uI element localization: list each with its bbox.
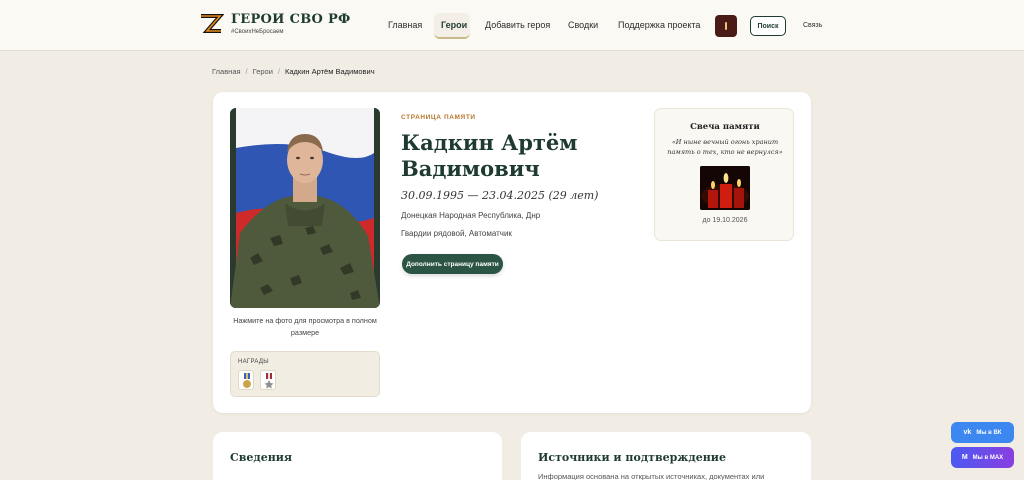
awards-panel: НАГРАДЫ [230, 351, 380, 397]
contact-link[interactable]: Связь [803, 22, 822, 29]
max-button[interactable]: M Мы в MAX [951, 447, 1014, 468]
hero-dates: 30.09.1995 — 23.04.2025 (29 лет) [401, 189, 599, 202]
search-button[interactable]: Поиск [750, 16, 786, 36]
max-icon: M [961, 454, 968, 461]
photo-caption: Нажмите на фото для просмотра в полном р… [233, 316, 377, 337]
max-button-label: Мы в MAX [972, 454, 1004, 461]
vk-icon: vk [963, 429, 972, 436]
vk-button-label: Мы в ВК [976, 429, 1002, 436]
hero-region: Донецкая Народная Республика, Днр [401, 211, 541, 220]
sources-section-title: Источники и подтверждение [538, 451, 726, 464]
site-logo[interactable]: ГЕРОИ СВО РФ #СвоихНеБросаем [198, 12, 351, 36]
logo-title: ГЕРОИ СВО РФ [231, 12, 351, 27]
breadcrumb-separator: / [245, 67, 248, 76]
add-memory-button[interactable]: Дополнить страницу памяти [402, 254, 503, 274]
awards-label: НАГРАДЫ [238, 359, 269, 365]
medal-icon [264, 373, 274, 389]
candles-picture [700, 166, 750, 210]
hero-portrait-image [230, 108, 380, 308]
candle-image[interactable] [700, 166, 750, 210]
candle-until-date: до 19.10.2026 [702, 217, 748, 224]
candle-icon [725, 22, 727, 30]
breadcrumb-separator: / [277, 67, 280, 76]
nav-home[interactable]: Главная [388, 20, 422, 30]
memory-page-label: СТРАНИЦА ПАМЯТИ [401, 114, 476, 121]
breadcrumb-heroes[interactable]: Герои [253, 67, 273, 76]
hero-name: Кадкин Артём Вадимович [401, 130, 578, 181]
z-logo-icon [201, 14, 224, 33]
nav-add-hero[interactable]: Добавить героя [485, 20, 550, 30]
hero-rank: Гвардии рядовой, Автоматчик [401, 229, 512, 238]
vk-button[interactable]: vk Мы в ВК [951, 422, 1014, 443]
memory-candle-card: Свеча памяти «И ныне вечный огонь хранит… [654, 108, 794, 241]
award-medal-2[interactable] [260, 370, 276, 390]
info-section-card: Сведения [213, 432, 502, 480]
nav-support[interactable]: Поддержка проекта [618, 20, 700, 30]
breadcrumb-current: Кадкин Артём Вадимович [285, 67, 375, 76]
award-medal-1[interactable] [238, 370, 254, 390]
candle-title: Свеча памяти [690, 122, 760, 132]
info-section-title: Сведения [230, 451, 293, 464]
medal-icon [243, 373, 251, 388]
candle-quote: «И ныне вечный огонь хранит память о тех… [667, 138, 783, 156]
site-header: ГЕРОИ СВО РФ #СвоихНеБросаем Главная Гер… [0, 0, 1024, 51]
hero-photo[interactable] [230, 108, 380, 308]
breadcrumb: Главная / Герои / Кадкин Артём Вадимович [212, 67, 375, 76]
sources-section-card: Источники и подтверждение Информация осн… [521, 432, 811, 480]
sources-section-text: Информация основана на открытых источник… [538, 472, 765, 480]
memorial-card: Нажмите на фото для просмотра в полном р… [213, 92, 811, 413]
breadcrumb-home[interactable]: Главная [212, 67, 241, 76]
nav-reports[interactable]: Сводки [568, 20, 598, 30]
candle-button[interactable] [715, 15, 737, 37]
nav-heroes[interactable]: Герои [441, 20, 467, 30]
logo-tagline: #СвоихНеБросаем [231, 29, 284, 35]
